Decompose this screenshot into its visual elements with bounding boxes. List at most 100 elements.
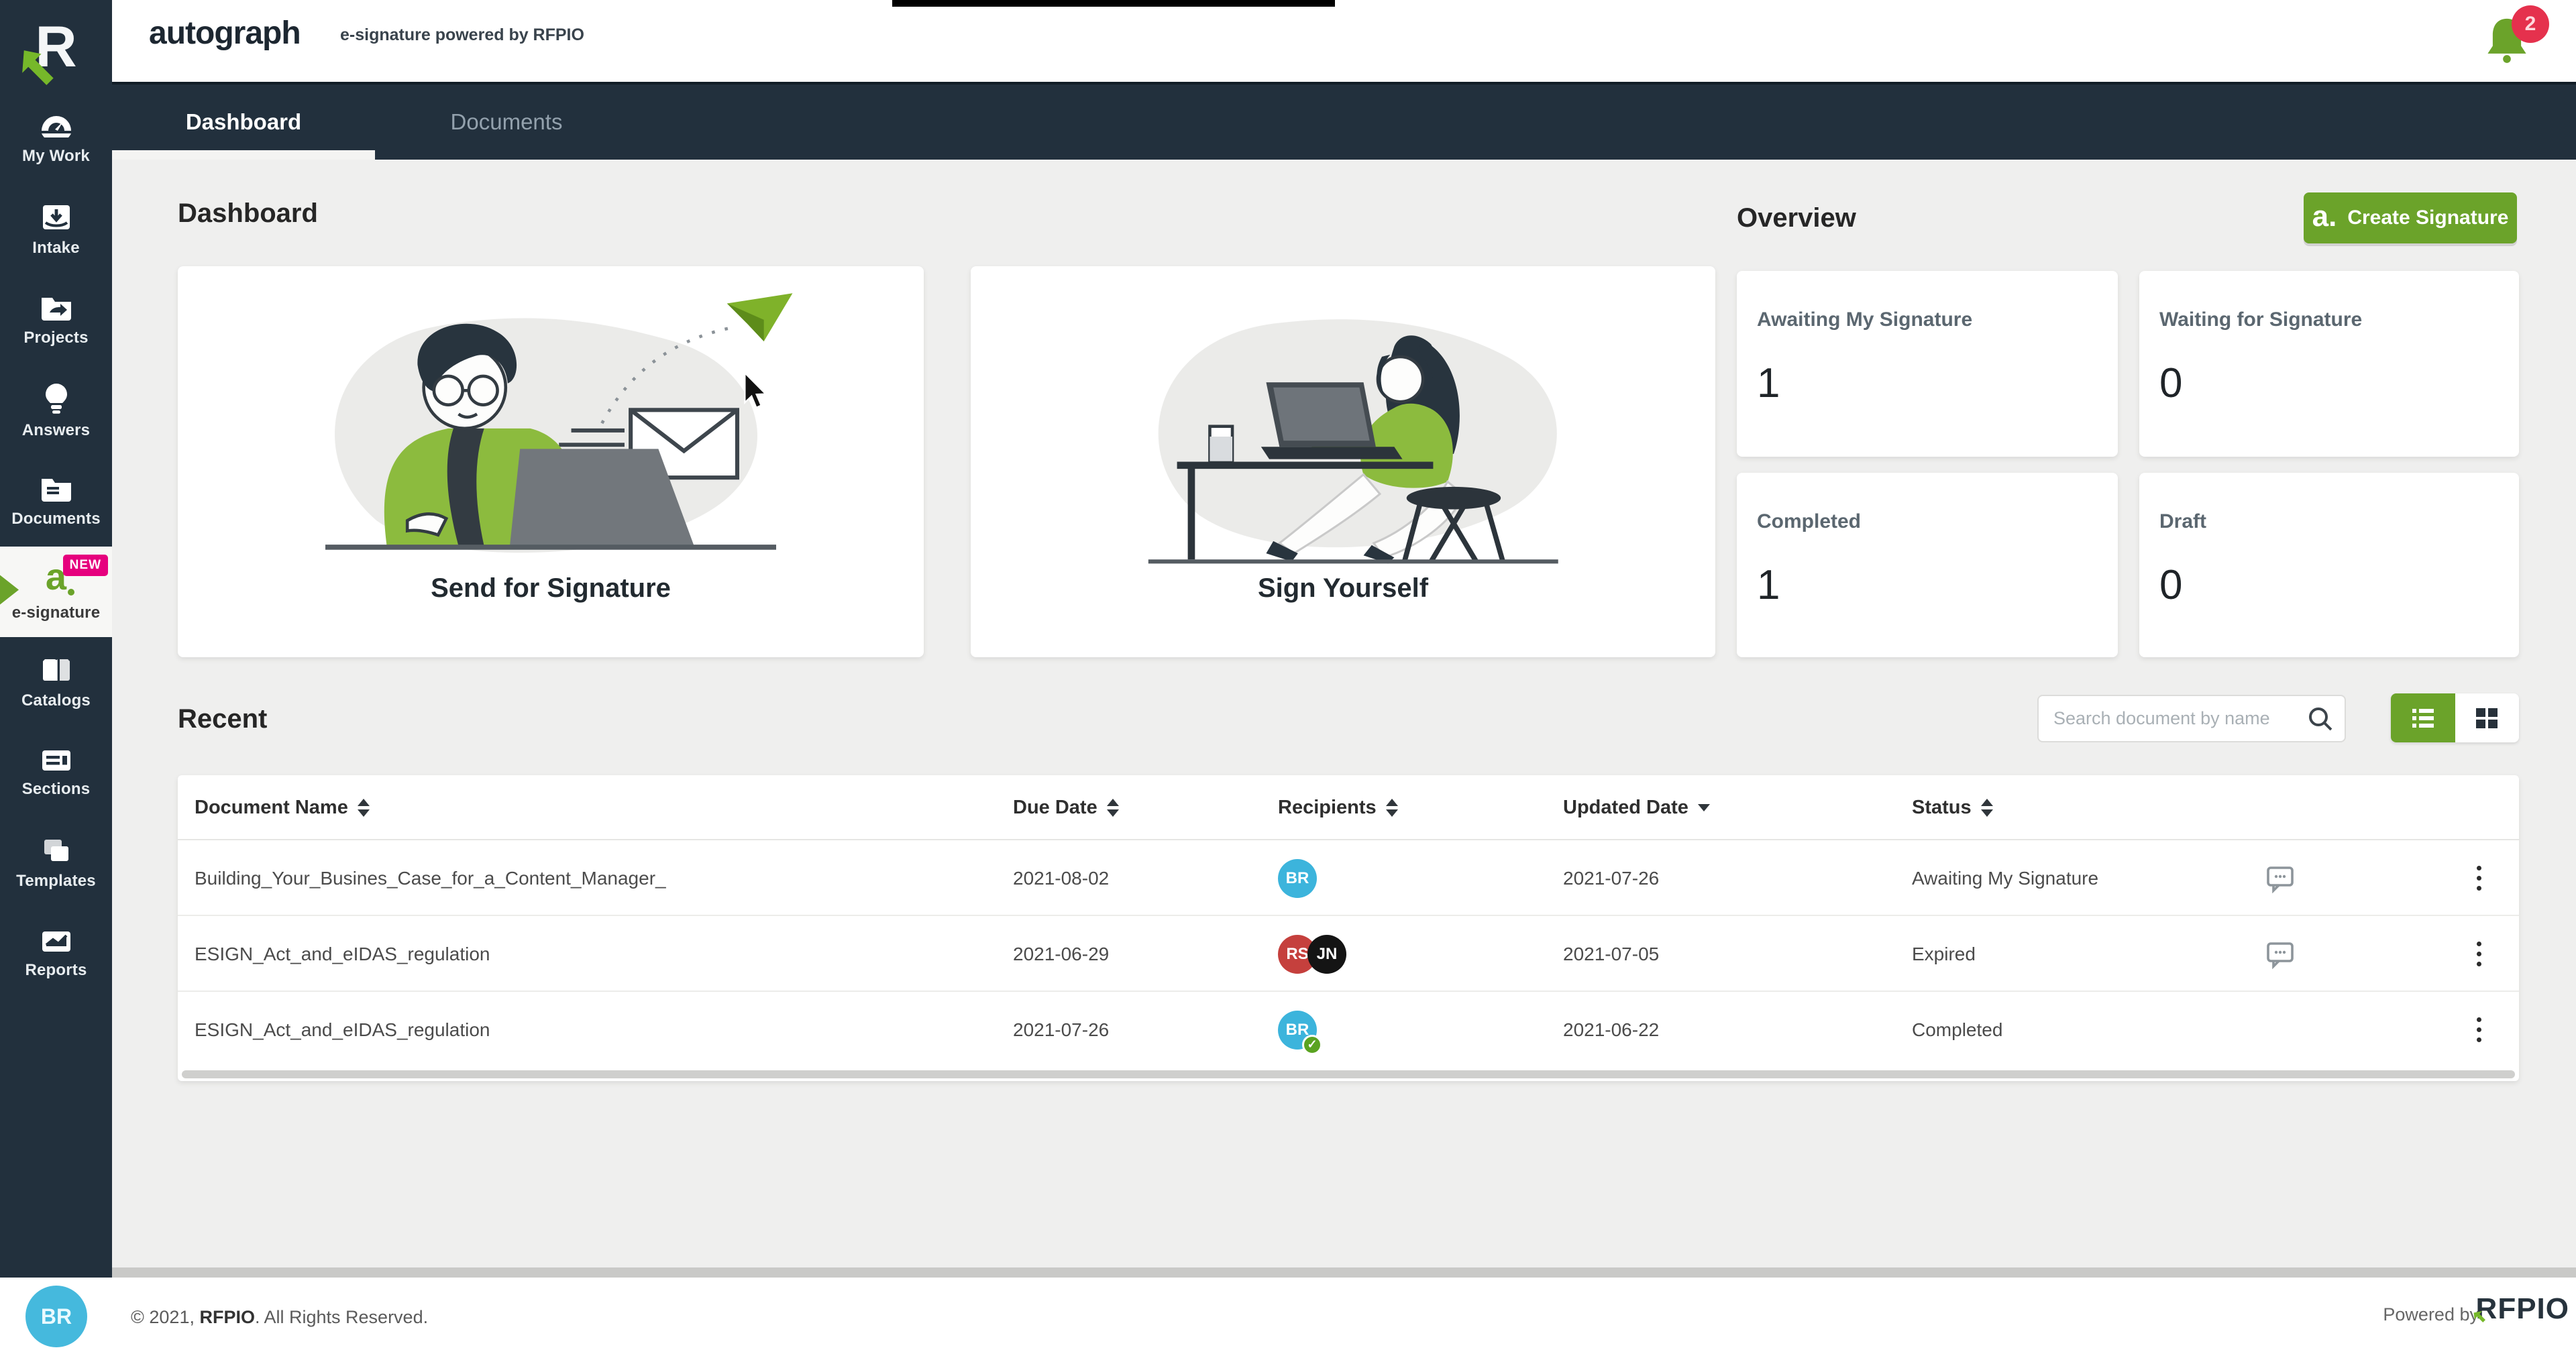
document-name-cell[interactable]: ESIGN_Act_and_eIDAS_regulation [195,992,986,1068]
comment-icon[interactable] [2264,864,2296,893]
notification-count-badge: 2 [2512,5,2549,43]
footer: BR © 2021, RFPIO. All Rights Reserved. P… [0,1278,2576,1356]
user-avatar[interactable]: BR [25,1286,87,1347]
column-header-updated-date[interactable]: Updated Date [1563,775,1710,840]
stat-card-waiting-for-signature[interactable]: Waiting for Signature 0 [2139,271,2519,457]
stat-card-completed[interactable]: Completed 1 [1737,473,2118,657]
sidebar-item-projects[interactable]: Projects [0,275,112,365]
updated-date-cell: 2021-06-22 [1563,992,1845,1068]
status-cell: Completed [1912,992,2247,1068]
stat-value: 0 [2159,561,2499,609]
stat-value: 1 [1757,359,2098,407]
sidebar-item-label: Documents [11,510,101,528]
tab-dashboard[interactable]: Dashboard [112,84,375,160]
column-label: Recipients [1278,797,1377,819]
column-header-document-name[interactable]: Document Name [195,775,370,840]
column-header-recipients[interactable]: Recipients [1278,775,1398,840]
sidebar-item-reports[interactable]: Reports [0,909,112,999]
recipient-avatar[interactable]: BR [1278,859,1317,898]
recent-documents-table: Document Name Due Date Recipients Update… [178,775,2519,1081]
sign-yourself-label: Sign Yourself [1258,573,1428,604]
column-header-due-date[interactable]: Due Date [1013,775,1119,840]
sort-icon [1107,799,1119,817]
sidebar-item-my-work[interactable]: My Work [0,94,112,184]
column-header-status[interactable]: Status [1912,775,1993,840]
sort-icon [358,799,370,817]
updated-date-cell: 2021-07-05 [1563,916,1845,992]
page-title: Dashboard [178,199,318,229]
sidebar-item-label: My Work [22,147,90,166]
create-signature-button[interactable]: a. Create Signature [2304,192,2517,243]
send-for-signature-illustration [262,285,839,567]
table-row[interactable]: ESIGN_Act_and_eIDAS_regulation 2021-07-2… [178,992,2519,1068]
recipient-avatar[interactable]: BR ✓ [1278,1011,1317,1050]
sidebar-item-sections[interactable]: Sections [0,728,112,818]
search-input[interactable] [2039,708,2307,729]
kebab-menu-icon[interactable] [2471,860,2487,896]
sort-icon [1981,799,1993,817]
rfpio-logo-mark[interactable]: R [0,0,112,94]
kebab-menu-icon[interactable] [2471,1012,2487,1048]
folder-share-icon [39,294,74,322]
stat-label: Waiting for Signature [2159,308,2499,331]
tab-label: Dashboard [186,109,301,135]
grid-view-button[interactable] [2455,693,2520,742]
sidebar: R My Work Intake [0,0,112,1278]
due-date-cell: 2021-08-02 [1013,840,1254,916]
list-view-button[interactable] [2391,693,2455,742]
rfpio-footer-logo: RFPIO [2476,1292,2569,1326]
content-scrollbar-track[interactable] [112,1267,2576,1278]
recipient-avatar[interactable]: JN [1307,935,1346,974]
recipients-cell: BR ✓ [1278,992,1533,1068]
tab-bar: Dashboard Documents [112,82,2576,160]
table-horizontal-scrollbar[interactable] [182,1070,2515,1078]
new-badge: NEW [63,555,108,576]
send-for-signature-card[interactable]: Send for Signature [178,266,924,657]
due-date-cell: 2021-06-29 [1013,916,1254,992]
sidebar-item-e-signature[interactable]: a NEW e-signature [0,547,112,637]
sidebar-item-label: Intake [32,239,80,258]
tab-documents[interactable]: Documents [375,84,638,160]
intake-tray-icon [40,203,72,232]
sidebar-item-label: e-signature [12,604,101,622]
lightbulb-icon [42,382,71,414]
stat-value: 0 [2159,359,2499,407]
copyright-text: © 2021, RFPIO. All Rights Reserved. [131,1307,428,1328]
document-name-cell[interactable]: ESIGN_Act_and_eIDAS_regulation [195,916,986,992]
sort-desc-icon [1698,804,1710,811]
search-icon[interactable] [2307,705,2334,732]
stat-card-draft[interactable]: Draft 0 [2139,473,2519,657]
recent-title: Recent [178,704,267,734]
brand-tagline: e-signature powered by RFPIO [340,25,584,45]
table-row[interactable]: Building_Your_Busines_Case_for_a_Content… [178,840,2519,916]
sidebar-item-intake[interactable]: Intake [0,184,112,275]
kebab-menu-icon[interactable] [2471,936,2487,972]
sign-yourself-card[interactable]: Sign Yourself [971,266,1715,657]
recipients-cell: BR [1278,840,1533,916]
sidebar-item-catalogs[interactable]: Catalogs [0,637,112,728]
sidebar-item-documents[interactable]: Documents [0,456,112,547]
due-date-cell: 2021-07-26 [1013,992,1254,1068]
sort-icon [1386,799,1398,817]
create-signature-label: Create Signature [2347,207,2508,229]
comment-icon[interactable] [2264,940,2296,969]
column-label: Status [1912,797,1972,819]
rfpio-arrow-icon [2472,1304,2492,1324]
sidebar-item-templates[interactable]: Templates [0,818,112,909]
stat-label: Awaiting My Signature [1757,308,2098,331]
mouse-cursor [743,373,771,410]
gauge-icon [39,113,74,140]
grid-view-icon [2472,705,2502,732]
sign-yourself-illustration [1055,285,1631,567]
document-name-cell[interactable]: Building_Your_Busines_Case_for_a_Content… [195,840,986,916]
table-row[interactable]: ESIGN_Act_and_eIDAS_regulation 2021-06-2… [178,916,2519,992]
updated-date-cell: 2021-07-26 [1563,840,1845,916]
view-toggle [2391,693,2519,742]
logo-green-arrow-icon [19,47,60,89]
notifications-button[interactable]: 2 [2481,12,2541,72]
app-window: R My Work Intake [0,0,2576,1356]
list-view-icon [2408,705,2438,732]
top-header: autograph e-signature powered by RFPIO 2 [112,0,2576,82]
sidebar-item-answers[interactable]: Answers [0,365,112,456]
stat-card-awaiting-my-signature[interactable]: Awaiting My Signature 1 [1737,271,2118,457]
